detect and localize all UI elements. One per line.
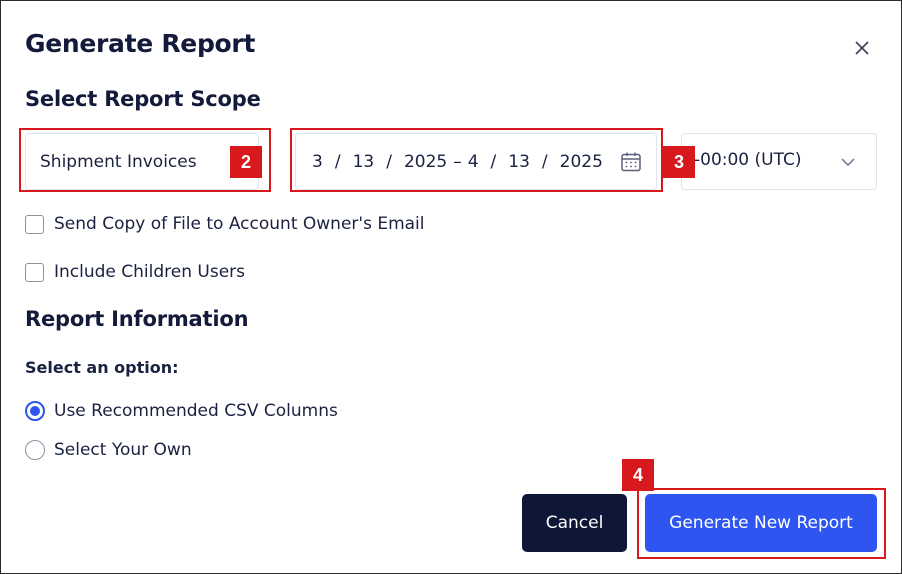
radio-label[interactable]: Select Your Own [54, 440, 192, 460]
date-range-picker[interactable]: 3 / 13 / 2025 – 4 / 13 / 2025 [295, 133, 657, 190]
timezone-select[interactable]: -00:00 (UTC) [681, 133, 877, 190]
calendar-icon[interactable] [620, 151, 642, 173]
generate-new-report-button[interactable]: Generate New Report [645, 494, 877, 552]
end-day[interactable]: 13 [508, 152, 530, 172]
cancel-button[interactable]: Cancel [522, 494, 627, 552]
radio-button[interactable] [25, 440, 45, 460]
radio-button-selected[interactable] [25, 401, 45, 421]
generate-report-dialog: Generate Report Select Report Scope Ship… [0, 0, 902, 574]
timezone-value: -00:00 (UTC) [694, 150, 802, 170]
close-icon [855, 41, 869, 55]
send-copy-label[interactable]: Send Copy of File to Account Owner's Ema… [54, 214, 425, 234]
radio-recommended-columns[interactable]: Use Recommended CSV Columns [25, 401, 338, 421]
send-copy-checkbox[interactable] [25, 214, 44, 234]
date-slash: / [490, 151, 497, 172]
send-copy-checkbox-row[interactable]: Send Copy of File to Account Owner's Ema… [25, 214, 425, 234]
scope-heading: Select Report Scope [25, 87, 261, 111]
dialog-title: Generate Report [25, 29, 256, 58]
include-children-label[interactable]: Include Children Users [54, 262, 245, 282]
close-button[interactable] [849, 35, 875, 61]
end-year[interactable]: 2025 [560, 152, 603, 172]
report-info-heading: Report Information [25, 307, 249, 331]
date-range-separator: – [453, 151, 462, 172]
callout-badge-3: 3 [663, 146, 695, 178]
include-children-checkbox-row[interactable]: Include Children Users [25, 262, 245, 282]
callout-badge-4: 4 [622, 459, 654, 491]
chevron-down-icon [841, 158, 855, 167]
callout-badge-2: 2 [230, 146, 262, 178]
start-month[interactable]: 3 [312, 152, 323, 172]
date-slash: / [386, 151, 392, 172]
report-type-select[interactable]: Shipment Invoices [25, 133, 259, 190]
end-month[interactable]: 4 [468, 152, 479, 172]
radio-select-own[interactable]: Select Your Own [25, 440, 192, 460]
option-prompt: Select an option: [25, 358, 179, 377]
date-slash: / [541, 151, 548, 172]
radio-label[interactable]: Use Recommended CSV Columns [54, 401, 338, 421]
date-slash: / [334, 151, 341, 172]
start-year[interactable]: 2025 [404, 152, 447, 172]
report-type-value: Shipment Invoices [40, 151, 197, 172]
start-day[interactable]: 13 [353, 152, 375, 172]
include-children-checkbox[interactable] [25, 262, 44, 282]
